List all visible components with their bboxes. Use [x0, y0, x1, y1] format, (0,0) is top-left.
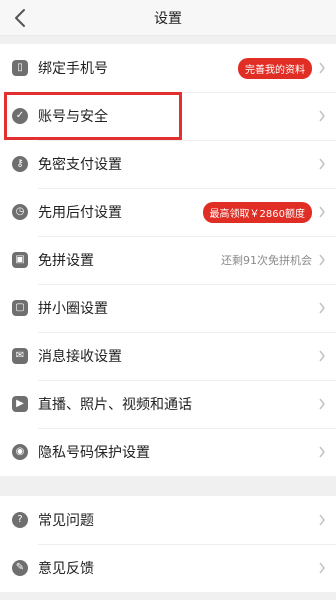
row-faq[interactable]: ? 常见问题 [0, 496, 336, 544]
privacy-icon: ◉ [12, 444, 28, 460]
chevron-left-icon [15, 9, 25, 27]
profile-badge[interactable]: 完善我的资料 [238, 57, 312, 79]
camera-icon: ▶ [12, 396, 28, 412]
row-feedback[interactable]: ✎ 意见反馈 [0, 544, 336, 592]
clock-icon: ◷ [12, 204, 28, 220]
chevron-right-icon [319, 350, 325, 362]
page-title: 设置 [154, 10, 182, 27]
row-label: 免密支付设置 [38, 157, 122, 173]
group-icon: ▣ [12, 252, 28, 268]
row-label: 绑定手机号 [38, 61, 108, 77]
chevron-right-icon [319, 302, 325, 314]
phone-icon: ▯ [12, 60, 28, 76]
row-pay-later[interactable]: ◷ 先用后付设置 最高领取￥2860额度 [0, 188, 336, 236]
free-group-hint: 还剩91次免拼机会 [221, 254, 312, 267]
row-label: 账号与安全 [38, 109, 108, 125]
row-label: 免拼设置 [38, 253, 94, 269]
row-password-free-pay[interactable]: ⚷ 免密支付设置 [0, 140, 336, 188]
chevron-right-icon [319, 562, 325, 574]
settings-group-help: ? 常见问题 ✎ 意见反馈 [0, 496, 336, 592]
row-label: 消息接收设置 [38, 349, 122, 365]
row-account-security[interactable]: ✓ 账号与安全 [0, 92, 336, 140]
chevron-right-icon [319, 62, 325, 74]
chevron-right-icon [319, 254, 325, 266]
back-button[interactable] [8, 6, 32, 30]
chevron-right-icon [319, 206, 325, 218]
row-label: 拼小圈设置 [38, 301, 108, 317]
chevron-right-icon [319, 446, 325, 458]
settings-group-main: ▯ 绑定手机号 完善我的资料 ✓ 账号与安全 ⚷ 免密支付设置 ◷ 先用后付设置… [0, 44, 336, 476]
row-privacy-number[interactable]: ◉ 隐私号码保护设置 [0, 428, 336, 476]
row-label: 常见问题 [38, 513, 94, 529]
shield-check-icon: ✓ [12, 108, 28, 124]
row-message[interactable]: ✉ 消息接收设置 [0, 332, 336, 380]
row-circle[interactable]: ▢ 拼小圈设置 [0, 284, 336, 332]
mail-icon: ✉ [12, 348, 28, 364]
row-label: 隐私号码保护设置 [38, 445, 150, 461]
row-free-group[interactable]: ▣ 免拼设置 还剩91次免拼机会 [0, 236, 336, 284]
chevron-right-icon [319, 110, 325, 122]
row-live-media[interactable]: ▶ 直播、照片、视频和通话 [0, 380, 336, 428]
chevron-right-icon [319, 158, 325, 170]
bag-icon: ▢ [12, 300, 28, 316]
row-label: 意见反馈 [38, 561, 94, 577]
chevron-right-icon [319, 514, 325, 526]
top-bar: 设置 [0, 0, 336, 36]
row-label: 直播、照片、视频和通话 [38, 397, 192, 413]
edit-icon: ✎ [12, 560, 28, 576]
credit-badge[interactable]: 最高领取￥2860额度 [202, 201, 312, 223]
chevron-right-icon [319, 398, 325, 410]
row-bind-phone[interactable]: ▯ 绑定手机号 完善我的资料 [0, 44, 336, 92]
row-label: 先用后付设置 [38, 205, 122, 221]
key-icon: ⚷ [12, 156, 28, 172]
question-icon: ? [12, 512, 28, 528]
